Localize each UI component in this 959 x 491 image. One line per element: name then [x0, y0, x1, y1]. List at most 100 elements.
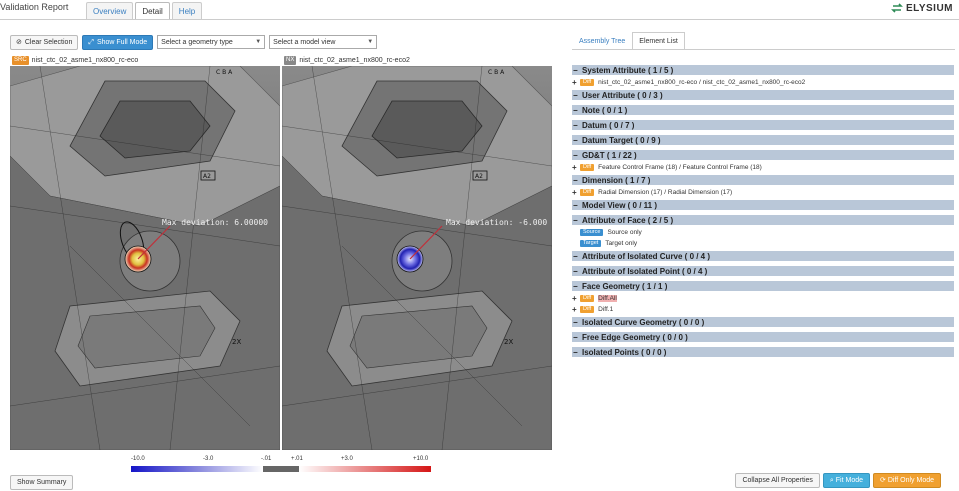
main-tabs: Overview Detail Help — [86, 2, 204, 19]
max-deviation-label-right: Max deviation: -6.000 — [446, 218, 548, 227]
tab-detail[interactable]: Detail — [135, 2, 170, 19]
show-full-mode-label: Show Full Mode — [96, 38, 148, 46]
left-model-name: nist_ctc_02_asme1_nx800_rc-eco — [31, 56, 139, 64]
collapse-icon: − — [573, 332, 578, 342]
clear-icon: ⊘ — [16, 38, 22, 46]
expand-icon[interactable]: + — [572, 294, 580, 303]
collapse-icon: − — [573, 175, 578, 185]
category-model-view[interactable]: − Model View ( 0 / 11 ) — [572, 200, 954, 210]
right-viewport-label: NX nist_ctc_02_asme1_nx800_rc-eco2 — [284, 55, 410, 65]
negative-deviation-bar — [131, 466, 263, 472]
diff-badge: Diff — [580, 305, 595, 313]
fit-mode-button[interactable]: ⌕ Fit Mode — [822, 473, 871, 488]
chevron-down-icon: ▼ — [367, 39, 374, 45]
category-isolated-curve-geometry[interactable]: − Isolated Curve Geometry ( 0 / 0 ) — [572, 317, 954, 327]
expand-icon[interactable]: + — [572, 305, 580, 314]
diff-badge: Diff — [580, 294, 595, 302]
toolbar: ⊘ Clear Selection ⤢ Show Full Mode Selec… — [10, 34, 378, 50]
list-item[interactable]: + Diff nist_ctc_02_asme1_nx800_rc-eco / ni… — [572, 77, 954, 87]
sync-icon: ⟳ — [880, 477, 888, 484]
collapse-icon: − — [573, 150, 578, 160]
max-deviation-label-left: Max deviation: 6.00000 — [162, 218, 268, 227]
category-note[interactable]: − Note ( 0 / 1 ) — [572, 105, 954, 115]
category-attribute-of-face[interactable]: − Attribute of Face ( 2 / 5 ) — [572, 215, 954, 225]
scale-label: -.01 — [261, 456, 272, 462]
category-free-edge-geometry[interactable]: − Free Edge Geometry ( 0 / 0 ) — [572, 332, 954, 342]
left-viewport-tag: SRC — [12, 55, 29, 65]
view-mode-buttons: Collapse All Properties ⌕ Fit Mode ⟳ Dif… — [735, 473, 941, 488]
category-dimension[interactable]: − Dimension ( 1 / 7 ) — [572, 175, 954, 185]
tab-assembly-tree[interactable]: Assembly Tree — [572, 32, 632, 50]
expand-icon: ⤢ — [88, 38, 94, 46]
list-item[interactable]: + Diff Diff.1 — [572, 304, 954, 314]
diff-badge: Diff — [580, 188, 595, 196]
collapse-icon: − — [573, 90, 578, 100]
expand-icon[interactable]: + — [572, 163, 580, 172]
clear-selection-button[interactable]: ⊘ Clear Selection — [10, 34, 79, 50]
list-item[interactable]: + Diff Radial Dimension (17) / Radial Dime… — [572, 187, 954, 197]
deviation-color-scale: -10.0 -3.0 -.01 +.01 +3.0 +10.0 — [131, 456, 431, 472]
clear-selection-label: Clear Selection — [24, 38, 73, 46]
scale-label: +3.0 — [341, 456, 353, 462]
diff-only-mode-button[interactable]: ⟳ Diff Only Mode — [873, 473, 941, 488]
collapse-icon: − — [573, 347, 578, 357]
category-isolated-points[interactable]: − Isolated Points ( 0 / 0 ) — [572, 347, 954, 357]
category-gdt[interactable]: − GD&T ( 1 / 22 ) — [572, 150, 954, 160]
tab-element-list[interactable]: Element List — [632, 32, 685, 50]
element-list: − System Attribute ( 1 / 5 ) + Diff nist_ct… — [572, 65, 954, 362]
collapse-icon: − — [573, 65, 578, 75]
neutral-deviation-bar — [263, 466, 299, 472]
tab-overview[interactable]: Overview — [86, 2, 134, 19]
collapse-icon: − — [573, 215, 578, 225]
right-viewport-tag: NX — [284, 55, 297, 65]
diff-badge: Diff — [580, 78, 595, 86]
category-isolated-point[interactable]: − Attribute of Isolated Point ( 0 / 4 ) — [572, 266, 954, 276]
expand-icon[interactable]: + — [572, 188, 580, 197]
category-isolated-curve[interactable]: − Attribute of Isolated Curve ( 0 / 4 ) — [572, 251, 954, 261]
target-model-render: A2 2X C B A — [282, 66, 552, 450]
category-datum-target[interactable]: − Datum Target ( 0 / 9 ) — [572, 135, 954, 145]
right-model-name: nist_ctc_02_asme1_nx800_rc-eco2 — [299, 56, 410, 64]
scale-label: +10.0 — [413, 456, 429, 462]
geometry-type-select[interactable]: Select a geometry type ▼ — [157, 35, 266, 49]
chevron-down-icon: ▼ — [255, 39, 262, 45]
target-3d-viewport[interactable]: A2 2X C B A Max deviation: -6.000 — [282, 66, 552, 450]
expand-icon[interactable]: + — [572, 78, 580, 87]
collapse-icon: − — [573, 317, 578, 327]
source-model-render: A2 2X C B A — [10, 66, 280, 450]
datum-label-a2: A2 — [203, 173, 211, 180]
model-view-value: Select a model view — [273, 38, 336, 46]
scale-label: -10.0 — [131, 456, 145, 462]
category-user-attribute[interactable]: − User Attribute ( 0 / 3 ) — [572, 90, 954, 100]
positive-deviation-bar — [299, 466, 431, 472]
datum-frame-cba: C B A — [216, 69, 233, 76]
source-3d-viewport[interactable]: A2 2X C B A Max deviation: 6.00000 — [10, 66, 280, 450]
collapse-icon: − — [573, 200, 578, 210]
list-item[interactable]: Source Source only — [572, 227, 954, 237]
datum-frame-cba: C B A — [488, 69, 505, 76]
category-system-attribute[interactable]: − System Attribute ( 1 / 5 ) — [572, 65, 954, 75]
collapse-icon: − — [573, 135, 578, 145]
list-item[interactable]: + Diff Feature Control Frame (18) / Featur… — [572, 162, 954, 172]
app-title: Validation Report — [0, 2, 69, 12]
tab-help[interactable]: Help — [171, 2, 203, 19]
list-item[interactable]: + Diff Diff.All — [572, 293, 954, 303]
list-item[interactable]: Target Target only — [572, 238, 954, 248]
dimension-label-2x: 2X — [232, 338, 241, 346]
collapse-icon: − — [573, 251, 578, 261]
category-face-geometry[interactable]: − Face Geometry ( 1 / 1 ) — [572, 281, 954, 291]
collapse-all-button[interactable]: Collapse All Properties — [735, 473, 820, 488]
model-view-select[interactable]: Select a model view ▼ — [269, 35, 378, 49]
header-divider — [0, 19, 959, 20]
geometry-type-value: Select a geometry type — [161, 38, 233, 46]
show-summary-button[interactable]: Show Summary — [10, 475, 74, 490]
brand-logo: ELYSIUM — [891, 2, 953, 14]
category-datum[interactable]: − Datum ( 0 / 7 ) — [572, 120, 954, 130]
left-viewport-label: SRC nist_ctc_02_asme1_nx800_rc-eco — [12, 55, 138, 65]
collapse-icon: − — [573, 105, 578, 115]
scale-label: -3.0 — [203, 456, 214, 462]
show-full-mode-button[interactable]: ⤢ Show Full Mode — [82, 34, 154, 50]
panel-tabs: Assembly Tree Element List — [572, 32, 685, 50]
collapse-icon: − — [573, 266, 578, 276]
collapse-icon: − — [573, 281, 578, 291]
